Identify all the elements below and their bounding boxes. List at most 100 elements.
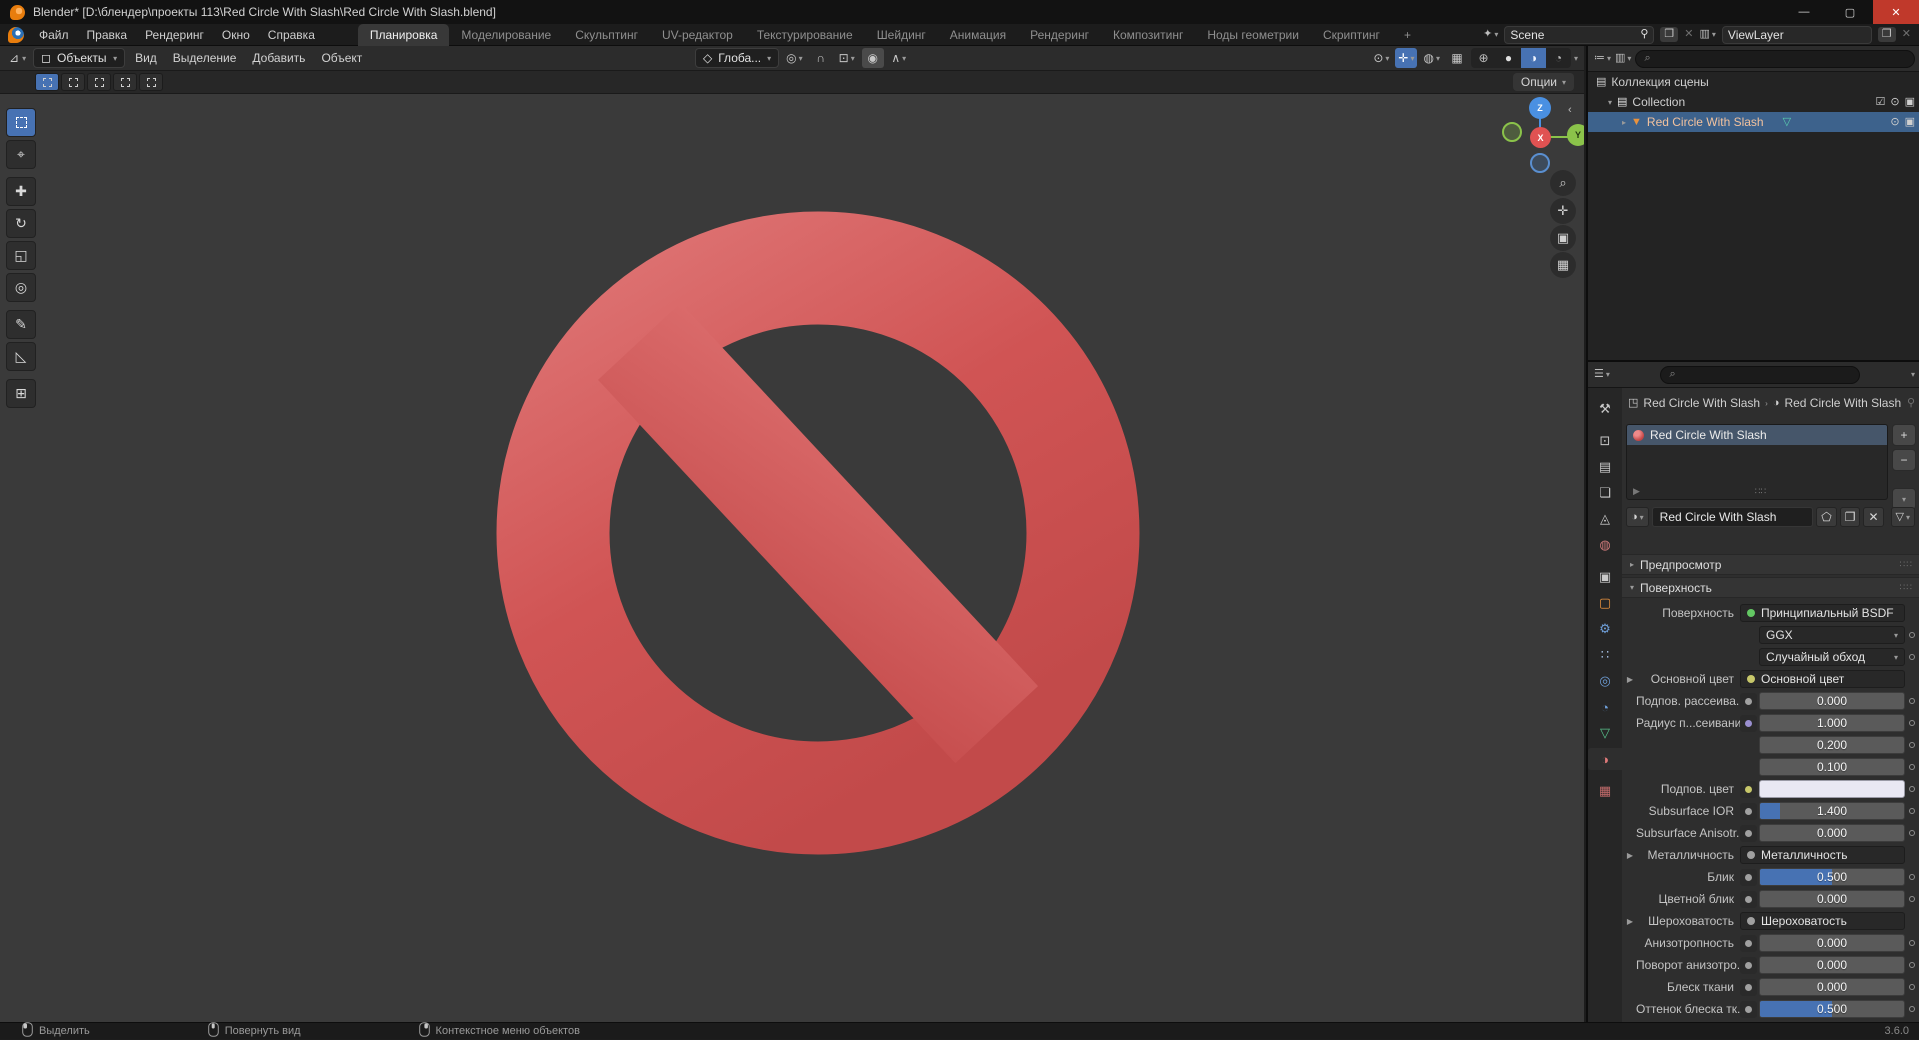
move-tool-button[interactable]: ✚ (6, 177, 36, 206)
workspace-tab[interactable]: Скульптинг (563, 24, 650, 46)
properties-tab-collection[interactable]: ▣ (1588, 566, 1622, 588)
outliner-search-input[interactable]: ⌕ (1635, 49, 1915, 68)
animate-decorator[interactable] (1905, 1006, 1919, 1012)
gizmos-toggle[interactable]: ✛ ▾ (1395, 48, 1418, 68)
menu-item[interactable]: Файл (30, 25, 78, 45)
fake-user-button[interactable]: ⬠ (1816, 507, 1837, 527)
pivot-point-dropdown[interactable]: ◎ ▾ (783, 48, 806, 68)
workspace-tab[interactable]: UV-редактор (650, 24, 745, 46)
menu-item[interactable]: Правка (78, 25, 137, 45)
shading-wireframe-button[interactable]: ⊕ (1471, 48, 1496, 68)
input-socket-button[interactable] (1740, 978, 1757, 996)
animate-decorator[interactable] (1905, 896, 1919, 902)
workspace-tab[interactable]: Ноды геометрии (1195, 24, 1311, 46)
animate-decorator[interactable] (1905, 764, 1919, 770)
input-socket-button[interactable] (1740, 780, 1757, 798)
select-extend-button[interactable] (61, 73, 85, 91)
slider-widget[interactable]: 1.400 (1759, 802, 1905, 820)
workspace-tab[interactable]: Планировка (357, 23, 450, 46)
scene-name-field[interactable]: Scene ⚲ (1504, 25, 1655, 44)
camera-view-button[interactable]: ▣ (1550, 225, 1576, 251)
navigation-gizmo[interactable]: Z Y X ⌕ ✛ ▣ ▦ (1488, 94, 1584, 294)
viewport-menu-item[interactable]: Вид (127, 48, 165, 68)
snap-toggle[interactable]: ∩ (809, 48, 832, 68)
select-invert-button[interactable] (113, 73, 137, 91)
view-layer-selector-icon[interactable]: ▥ ▾ (1699, 29, 1715, 40)
ortho-toggle-button[interactable]: ▦ (1550, 252, 1576, 278)
input-socket-button[interactable] (1740, 692, 1757, 710)
mode-dropdown[interactable]: ◻ Объекты ▾ (33, 48, 126, 68)
properties-tab-world[interactable]: ◍ (1588, 534, 1622, 556)
editor-type-button[interactable]: ⊿ ▾ (4, 49, 31, 67)
axis-z-negative-ball[interactable] (1530, 153, 1550, 173)
animate-decorator[interactable] (1905, 830, 1919, 836)
properties-options-dropdown[interactable]: ▾ (1911, 370, 1915, 379)
select-intersect-button[interactable] (139, 73, 163, 91)
properties-tab-view-layer[interactable]: ❏ (1588, 482, 1622, 504)
expand-icon[interactable]: ▶ (1624, 675, 1636, 684)
expand-icon[interactable]: ▶ (1624, 917, 1636, 926)
properties-tab-modifiers[interactable]: ⚙ (1588, 618, 1622, 640)
minimize-button[interactable]: — (1781, 0, 1827, 24)
workspace-tab[interactable]: Моделирование (449, 24, 563, 46)
remove-slot-button[interactable]: − (1892, 449, 1916, 471)
animate-decorator[interactable] (1905, 940, 1919, 946)
input-socket-button[interactable] (1740, 714, 1757, 732)
close-button[interactable]: ✕ (1873, 0, 1919, 24)
outliner-row-object[interactable]: ▸ ▼ Red Circle With Slash ▽ ⊙ ▣ (1588, 112, 1919, 132)
input-socket-button[interactable] (1740, 868, 1757, 886)
select-set-button[interactable] (35, 73, 59, 91)
properties-tab-data[interactable]: ▽ (1588, 722, 1622, 744)
properties-tab-constraints[interactable]: ◔ (1588, 696, 1622, 718)
properties-tab-object[interactable]: ▢ (1588, 592, 1622, 614)
add-slot-button[interactable]: + (1892, 424, 1916, 446)
properties-editor-type[interactable]: ☰ ▾ (1594, 369, 1610, 380)
menu-item[interactable]: Рендеринг (136, 25, 213, 45)
breadcrumb-object[interactable]: Red Circle With Slash (1643, 396, 1760, 410)
viewport-menu-item[interactable]: Добавить (244, 48, 313, 68)
viewport-canvas[interactable]: ⌖ ✚ ↻ ◱ ◎ ✎ ◺ ⊞ Z Y X ⌕ ✛ ▣ ▦ ‹ (0, 94, 1584, 1022)
input-socket-button[interactable] (1740, 934, 1757, 952)
add-workspace-button[interactable]: + (1392, 24, 1423, 46)
workspace-tab[interactable]: Рендеринг (1018, 24, 1101, 46)
color-swatch[interactable] (1759, 780, 1905, 798)
number-widget[interactable]: 0.100 (1759, 758, 1905, 776)
material-browse-dropdown[interactable]: ◑ ▾ (1626, 507, 1649, 527)
scale-tool-button[interactable]: ◱ (6, 241, 36, 270)
properties-tab-scene[interactable]: ◬ (1588, 508, 1622, 530)
input-socket-button[interactable] (1740, 1000, 1757, 1018)
properties-tab-render[interactable]: ⊡ (1588, 430, 1622, 452)
animate-decorator[interactable] (1905, 654, 1919, 660)
dropdown-widget[interactable]: Случайный обход ▾ (1759, 648, 1905, 666)
axis-y-ball[interactable]: Y (1567, 124, 1584, 146)
number-widget[interactable]: 1.000 (1759, 714, 1905, 732)
input-socket-button[interactable] (1740, 890, 1757, 908)
animate-decorator[interactable] (1905, 632, 1919, 638)
menu-widget[interactable]: Основной цвет (1740, 670, 1905, 688)
material-slot-list[interactable]: Red Circle With Slash ▶ ∷∷ (1626, 424, 1888, 500)
transform-tool-button[interactable]: ◎ (6, 273, 36, 302)
outliner-row-collection[interactable]: ▾ ▤ Collection ☑ ⊙ ▣ (1588, 92, 1919, 112)
properties-tab-texture[interactable]: ▦ (1588, 780, 1622, 802)
slider-widget[interactable]: 0.000 (1759, 692, 1905, 710)
measure-tool-button[interactable]: ◺ (6, 342, 36, 371)
menu-widget[interactable]: Металличность (1740, 846, 1905, 864)
outliner-filter[interactable]: ▥ ▾ (1615, 53, 1631, 64)
animate-decorator[interactable] (1905, 874, 1919, 880)
animate-decorator[interactable] (1905, 720, 1919, 726)
snap-target-dropdown[interactable]: ⊡ ▾ (835, 48, 858, 68)
annotate-tool-button[interactable]: ✎ (6, 310, 36, 339)
blender-menu-icon[interactable] (8, 26, 24, 43)
outliner-display-mode[interactable]: ≔ ▾ (1594, 53, 1611, 64)
camera-visibility-icon[interactable]: ▣ (1905, 96, 1915, 108)
preview-panel-header[interactable]: ▸ Предпросмотр ∷∷ (1622, 554, 1919, 575)
axis-y-negative-ball[interactable] (1502, 122, 1522, 142)
material-name-field[interactable]: Red Circle With Slash (1651, 507, 1814, 527)
properties-search-input[interactable]: ⌕ (1660, 365, 1861, 384)
checkbox-checked-icon[interactable]: ☑ (1876, 96, 1886, 108)
expand-right-icon[interactable]: ▶ (1633, 486, 1640, 497)
pin-icon[interactable]: ⚲ (1640, 29, 1648, 40)
overlays-toggle[interactable]: ◍ ▾ (1420, 48, 1443, 68)
eye-icon[interactable]: ⊙ (1890, 116, 1899, 128)
slider-widget[interactable]: 0.000 (1759, 934, 1905, 952)
